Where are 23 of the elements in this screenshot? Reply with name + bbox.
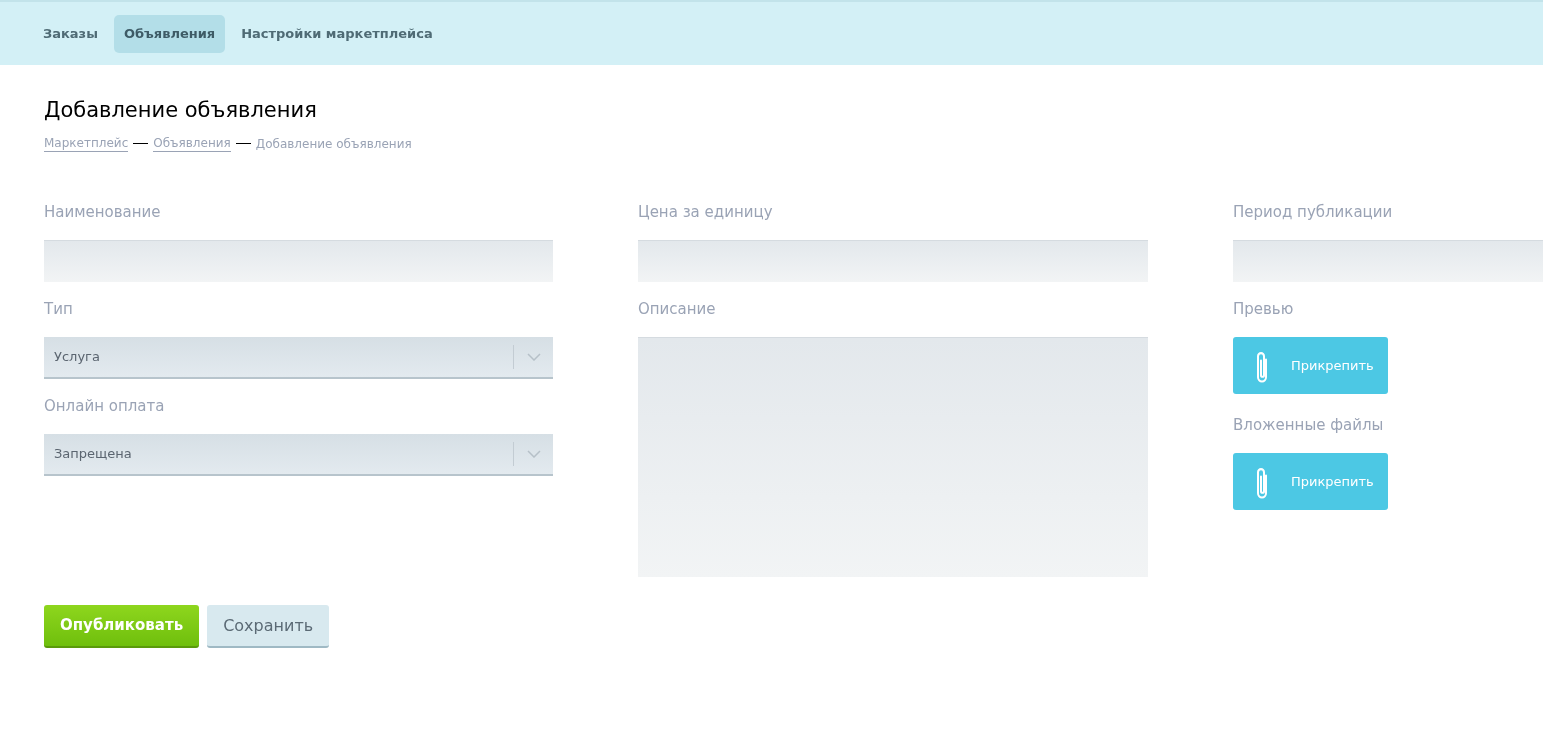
breadcrumb-link[interactable]: Маркетплейс — [44, 135, 129, 152]
text-field[interactable] — [638, 240, 1148, 282]
save-button[interactable]: Сохранить — [207, 605, 330, 648]
field-label: Период публикации — [1233, 202, 1393, 222]
nav-tab[interactable]: Объявления — [113, 14, 226, 53]
nav-tab[interactable]: Заказы — [33, 14, 108, 53]
field-label: Превью — [1233, 299, 1294, 319]
select-field[interactable]: Запрещена — [44, 434, 553, 476]
textarea-field[interactable] — [638, 337, 1148, 577]
field-label: Наименование — [44, 202, 161, 222]
field-label: Описание — [638, 299, 716, 319]
nav-tab[interactable]: Настройки маркетплейса — [231, 14, 443, 53]
field-label: Цена за единицу — [638, 202, 773, 222]
select-field[interactable]: Услуга — [44, 337, 553, 379]
chevron-down-icon — [526, 450, 541, 458]
breadcrumb-link[interactable]: Объявления — [153, 135, 231, 152]
breadcrumb-current: Добавление объявления — [255, 135, 412, 152]
field-label: Онлайн оплата — [44, 396, 165, 416]
page-title: Добавление объявления — [44, 97, 317, 124]
chevron-down-icon — [526, 353, 541, 361]
field-label: Тип — [44, 299, 73, 319]
text-field[interactable] — [44, 240, 553, 282]
field-label: Вложенные файлы — [1233, 415, 1384, 435]
